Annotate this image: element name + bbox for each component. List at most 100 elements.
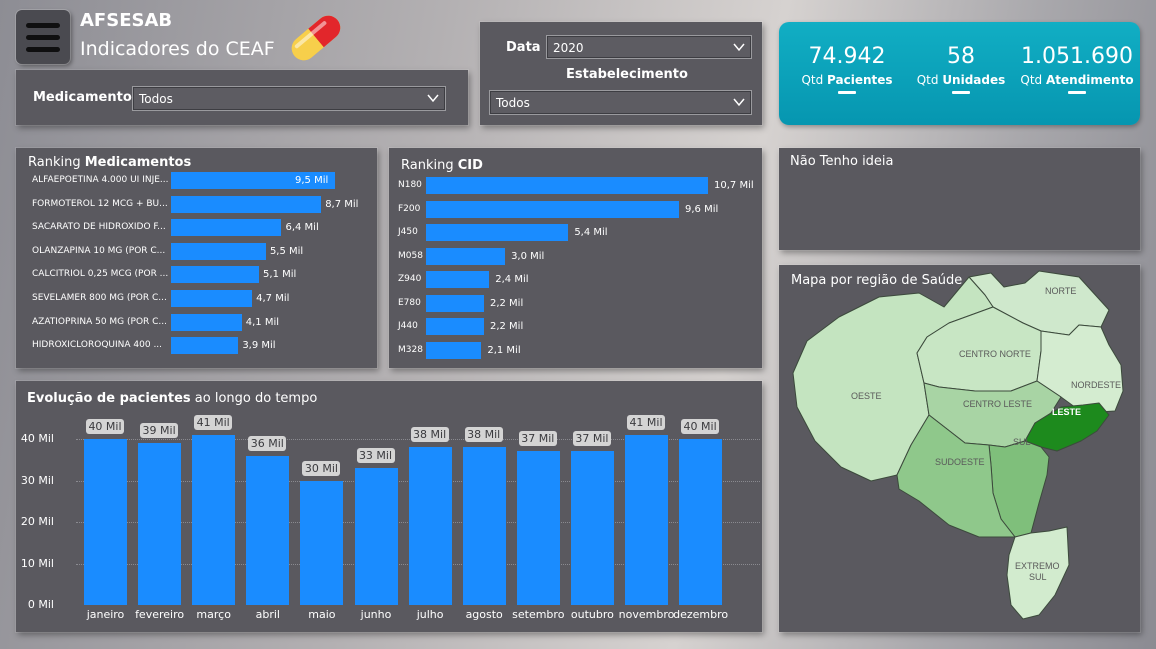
menu-button[interactable] <box>16 10 70 64</box>
x-axis-tick: maio <box>308 608 336 621</box>
month-bar <box>192 434 236 605</box>
map-label-extremo: EXTREMO <box>1015 561 1060 571</box>
month-bar <box>625 434 668 605</box>
x-axis-tick: setembro <box>512 608 565 621</box>
kpi-card: 74.942 Qtd Pacientes 58 Qtd Unidades 1.0… <box>779 22 1140 125</box>
ranking-cid-value: 5,4 Mil <box>574 227 608 238</box>
ranking-med-bar <box>171 242 266 260</box>
x-axis-tick: janeiro <box>86 608 125 621</box>
ranking-med-label: AZATIOPRINA 50 MG (POR C... <box>32 316 168 327</box>
y-axis-tick: 0 Mil <box>27 598 54 611</box>
x-axis-tick: março <box>196 608 231 621</box>
ranking-cid-value: 2,4 Mil <box>495 274 529 285</box>
ranking-medicamentos-panel: Ranking Medicamentos ALFAEPOETINA 4.000 … <box>16 148 377 368</box>
ranking-med-label: FORMOTEROL 12 MCG + BU... <box>32 198 168 209</box>
ranking-med-value: 3,9 Mil <box>242 340 276 352</box>
map-label-nordeste: NORDESTE <box>1071 380 1121 390</box>
month-bar <box>679 439 723 605</box>
ranking-cid-label: Z940 <box>398 274 422 284</box>
kpi-atendimento: 1.051.690 Qtd Atendimento <box>1019 44 1135 94</box>
month-bar <box>570 451 614 605</box>
ranking-med-value: 5,5 Mil <box>269 245 304 257</box>
ranking-cid-label: E780 <box>398 297 421 308</box>
data-label: 39 Mil <box>140 423 179 439</box>
month-bar <box>516 451 560 605</box>
map-label-centro-leste: CENTRO LESTE <box>963 399 1032 409</box>
data-label: 37 Mil <box>518 431 557 447</box>
ranking-med-bar <box>171 195 322 213</box>
y-axis-tick: 20 Mil <box>20 515 54 528</box>
ranking-cid-label: F200 <box>398 203 421 214</box>
hamburger-icon <box>26 22 60 28</box>
ranking-cid-label: N180 <box>398 180 422 190</box>
x-axis-tick: dezembro <box>673 608 729 621</box>
ranking-med-bar <box>171 313 242 331</box>
data-label: 40 Mil <box>86 419 124 434</box>
ranking-cid-value: 2,2 Mil <box>489 321 524 332</box>
y-axis-tick: 40 Mil <box>20 432 54 445</box>
kpi-unidades-value: 58 <box>947 44 975 69</box>
map-label-extremo-sul: SUL <box>1029 572 1047 582</box>
ranking-med-value: 5,1 Mil <box>263 269 297 281</box>
data-label: 37 Mil <box>572 431 611 447</box>
kpi-pacientes-label: Pacientes <box>827 73 893 87</box>
data-label: 38 Mil <box>464 427 503 443</box>
kpi-unidades: 58 Qtd Unidades <box>911 44 1011 94</box>
ranking-cid-bar <box>426 247 506 265</box>
ranking-med-value: 4,1 Mil <box>245 316 280 328</box>
data-label: 38 Mil <box>410 427 449 443</box>
y-axis-tick: 10 Mil <box>20 556 54 570</box>
medicamento-select[interactable]: Todos <box>132 86 446 111</box>
month-bar <box>300 480 344 605</box>
map-label-sudoeste: SUDOESTE <box>935 457 985 467</box>
estabelecimento-label: Estabelecimento <box>566 67 688 82</box>
month-bar <box>84 439 127 605</box>
ranking-cid-value: 9,6 Mil <box>685 203 719 215</box>
health-region-map[interactable]: NORTE CENTRO NORTE NORDESTE OESTE CENTRO… <box>779 265 1140 632</box>
map-panel: Mapa por região de Saúde NORTE CENTRO NO… <box>779 265 1140 632</box>
ranking-med-label: SACARATO DE HIDROXIDO F... <box>32 222 166 233</box>
ranking-med-bar <box>171 290 253 307</box>
ranking-cid-label: J440 <box>398 321 418 331</box>
ranking-cid-label: J450 <box>398 227 418 237</box>
ranking-med-value: 9,5 Mil <box>295 175 329 186</box>
map-label-norte: NORTE <box>1045 286 1076 296</box>
evolution-chart-panel: Evolução de pacientes ao longo do tempo … <box>16 381 762 632</box>
ranking-med-label: CALCITRIOL 0,25 MCG (POR ... <box>32 269 169 280</box>
chevron-down-icon <box>733 98 745 107</box>
month-bar <box>246 455 290 605</box>
ranking-cid-value: 10,7 Mil <box>714 180 754 191</box>
y-axis-tick: 30 Mil <box>20 473 54 487</box>
ranking-cid-bar <box>426 294 484 312</box>
ranking-cid-bar <box>426 200 679 218</box>
estabelecimento-select[interactable]: Todos <box>489 90 752 115</box>
ranking-med-value: 8,7 Mil <box>325 198 359 210</box>
ranking-cid-bar <box>426 224 569 241</box>
x-axis-tick: abril <box>255 608 280 621</box>
data-label: 36 Mil <box>248 435 287 451</box>
data-select[interactable]: 2020 <box>546 35 752 59</box>
kpi-pacientes: 74.942 Qtd Pacientes <box>797 44 897 94</box>
ranking-med-label: ALFAEPOETINA 4.000 UI INJE... <box>32 175 169 185</box>
map-label-centro-norte: CENTRO NORTE <box>959 349 1031 359</box>
placeholder-title: Não Tenho ideia <box>790 154 894 169</box>
kpi-unidades-label: Unidades <box>942 73 1006 87</box>
data-label: 40 Mil <box>681 419 720 434</box>
data-label: 41 Mil <box>194 414 233 430</box>
kpi-atendimento-value: 1.051.690 <box>1021 44 1133 69</box>
x-axis-tick: novembro <box>618 608 675 621</box>
pill-capsule-icon <box>291 15 341 61</box>
data-select-value: 2020 <box>553 41 584 55</box>
ranking-cid-panel: Ranking CID N180 10,7 Mil F200 9,6 Mil J450 5… <box>389 148 762 368</box>
month-bar <box>408 447 452 605</box>
evolution-chart-title: Evolução de pacientes ao longo do tempo <box>27 391 318 406</box>
kpi-atendimento-label: Atendimento <box>1046 73 1134 87</box>
ranking-med-label: HIDROXICLOROQUINA 400 ... <box>32 340 163 351</box>
ranking-med-bar <box>171 337 239 355</box>
data-label: Data <box>506 40 541 55</box>
x-axis-tick: junho <box>360 608 392 621</box>
ranking-medicamentos-title: Ranking Medicamentos <box>28 155 192 170</box>
kpi-pacientes-value: 74.942 <box>808 44 886 69</box>
ranking-cid-bar <box>426 341 482 359</box>
ranking-cid-bar <box>426 318 484 335</box>
